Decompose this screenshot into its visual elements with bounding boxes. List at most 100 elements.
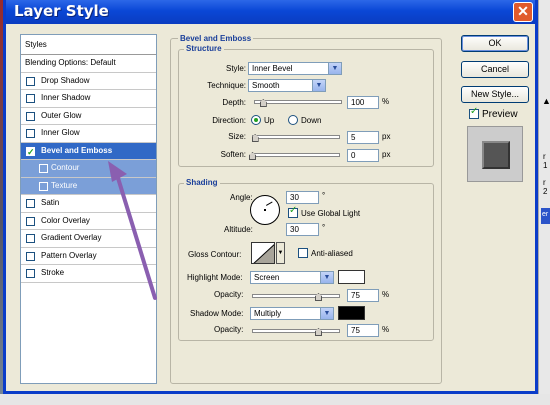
styles-item-pattern-overlay[interactable]: Pattern Overlay [21,248,156,265]
background-taskbar-edge [0,394,550,405]
chevron-down-icon: ▼ [328,63,341,74]
shadow-opacity-field[interactable]: 75 [347,324,379,337]
chevron-down-icon: ▼ [320,308,333,319]
depth-field[interactable]: 100 [347,96,379,109]
style-label: Style: [225,64,246,73]
background-button-fragment: er [541,208,550,224]
angle-dial[interactable] [250,195,280,225]
size-slider[interactable] [251,133,340,142]
checkbox[interactable] [26,199,35,208]
checkbox[interactable] [26,111,35,121]
checkbox[interactable] [26,234,35,243]
close-icon: ✕ [517,3,529,19]
size-unit: px [382,132,391,141]
anti-aliased-label[interactable]: Anti-aliased [311,249,353,258]
shadow-opacity-label: Opacity: [214,325,244,334]
size-field[interactable]: 5 [347,131,379,144]
styles-item-drop-shadow[interactable]: Drop Shadow [21,73,156,90]
checkbox[interactable] [26,251,35,261]
close-button[interactable]: ✕ [513,2,533,22]
anti-aliased-checkbox[interactable] [298,248,308,258]
highlight-opacity-field[interactable]: 75 [347,289,379,302]
styles-item-gradient-overlay[interactable]: Gradient Overlay [21,230,156,248]
checkbox[interactable] [26,76,35,86]
altitude-label: Altitude: [224,225,253,234]
chevron-down-icon[interactable]: ▼ [276,242,285,264]
checkbox[interactable] [26,144,35,160]
soften-label: Soften: [220,150,246,159]
checkbox[interactable] [26,94,35,103]
highlight-opacity-slider[interactable] [252,292,340,301]
gloss-contour-thumbnail[interactable] [251,242,275,264]
preview-label[interactable]: Preview [482,109,518,120]
highlight-opacity-label: Opacity: [214,290,244,299]
shading-title: Shading [184,178,220,187]
styles-item-stroke[interactable]: Stroke [21,265,156,283]
soften-field[interactable]: 0 [347,149,379,162]
styles-item-outer-glow[interactable]: Outer Glow [21,108,156,125]
background-fragment: ▲ [542,96,550,106]
checkbox[interactable] [26,216,35,226]
direction-label: Direction: [212,116,246,125]
chevron-down-icon: ▼ [312,80,325,91]
depth-label: Depth: [222,98,246,107]
angle-label: Angle: [230,193,253,202]
contour-curve [253,244,274,263]
soften-slider[interactable] [249,151,340,160]
highlight-opacity-unit: % [382,290,390,299]
styles-item-color-overlay[interactable]: Color Overlay [21,213,156,230]
window-title: Layer Style [14,2,109,20]
altitude-degree: ° [322,223,326,232]
altitude-field[interactable]: 30 [286,223,319,236]
styles-item-inner-glow[interactable]: Inner Glow [21,125,156,143]
background-window-edge: ▲ r 1 r 2 er [538,0,550,405]
background-fragment: r 1 [543,152,548,170]
styles-item-satin[interactable]: Satin [21,195,156,213]
styles-heading[interactable]: Styles [21,35,156,55]
styles-item-inner-shadow[interactable]: Inner Shadow [21,90,156,108]
angle-degree: ° [322,191,326,200]
cancel-button[interactable]: Cancel [461,61,529,78]
structure-title: Structure [184,44,224,53]
highlight-mode-select[interactable]: Screen ▼ [250,271,334,284]
shadow-mode-label: Shadow Mode: [190,309,244,318]
background-fragment: r 2 [543,178,548,196]
angle-field[interactable]: 30 [286,191,319,204]
chevron-down-icon: ▼ [320,272,333,283]
checkbox[interactable] [26,269,35,278]
ok-button[interactable]: OK [461,35,529,52]
direction-down-radio[interactable] [288,115,298,125]
layer-style-dialog: Layer Style ✕ Styles Blending Options: D… [3,0,538,394]
bevel-group-title: Bevel and Emboss [178,34,254,43]
styles-item-bevel-and-emboss[interactable]: Bevel and Emboss [21,142,156,160]
size-label: Size: [228,132,246,141]
title-bar[interactable]: Layer Style ✕ [6,0,535,24]
styles-list: Styles Blending Options: Default Drop Sh… [20,34,157,384]
shadow-opacity-unit: % [382,325,390,334]
checkbox[interactable] [39,164,48,173]
styles-item-blending-options[interactable]: Blending Options: Default [21,55,156,73]
checkbox[interactable] [26,129,35,138]
technique-select[interactable]: Smooth ▼ [248,79,326,92]
direction-up-label[interactable]: Up [264,116,274,125]
soften-unit: px [382,150,391,159]
preview-checkbox[interactable] [469,106,479,119]
use-global-light-label[interactable]: Use Global Light [301,209,360,218]
style-select[interactable]: Inner Bevel ▼ [248,62,342,75]
styles-item-contour[interactable]: Contour [21,160,156,178]
new-style-button[interactable]: New Style... [461,86,529,103]
depth-slider[interactable] [254,98,342,107]
highlight-color-swatch[interactable] [338,270,365,284]
highlight-mode-label: Highlight Mode: [187,273,243,282]
preview-thumbnail [467,126,523,182]
gloss-contour-label: Gloss Contour: [188,250,242,259]
shadow-opacity-slider[interactable] [252,327,340,336]
shadow-color-swatch[interactable] [338,306,365,320]
depth-unit: % [382,97,390,106]
use-global-light-checkbox[interactable] [288,205,298,218]
direction-down-label[interactable]: Down [301,116,321,125]
shadow-mode-select[interactable]: Multiply ▼ [250,307,334,320]
direction-up-radio[interactable] [251,115,261,125]
checkbox[interactable] [39,181,48,191]
styles-item-texture[interactable]: Texture [21,177,156,195]
